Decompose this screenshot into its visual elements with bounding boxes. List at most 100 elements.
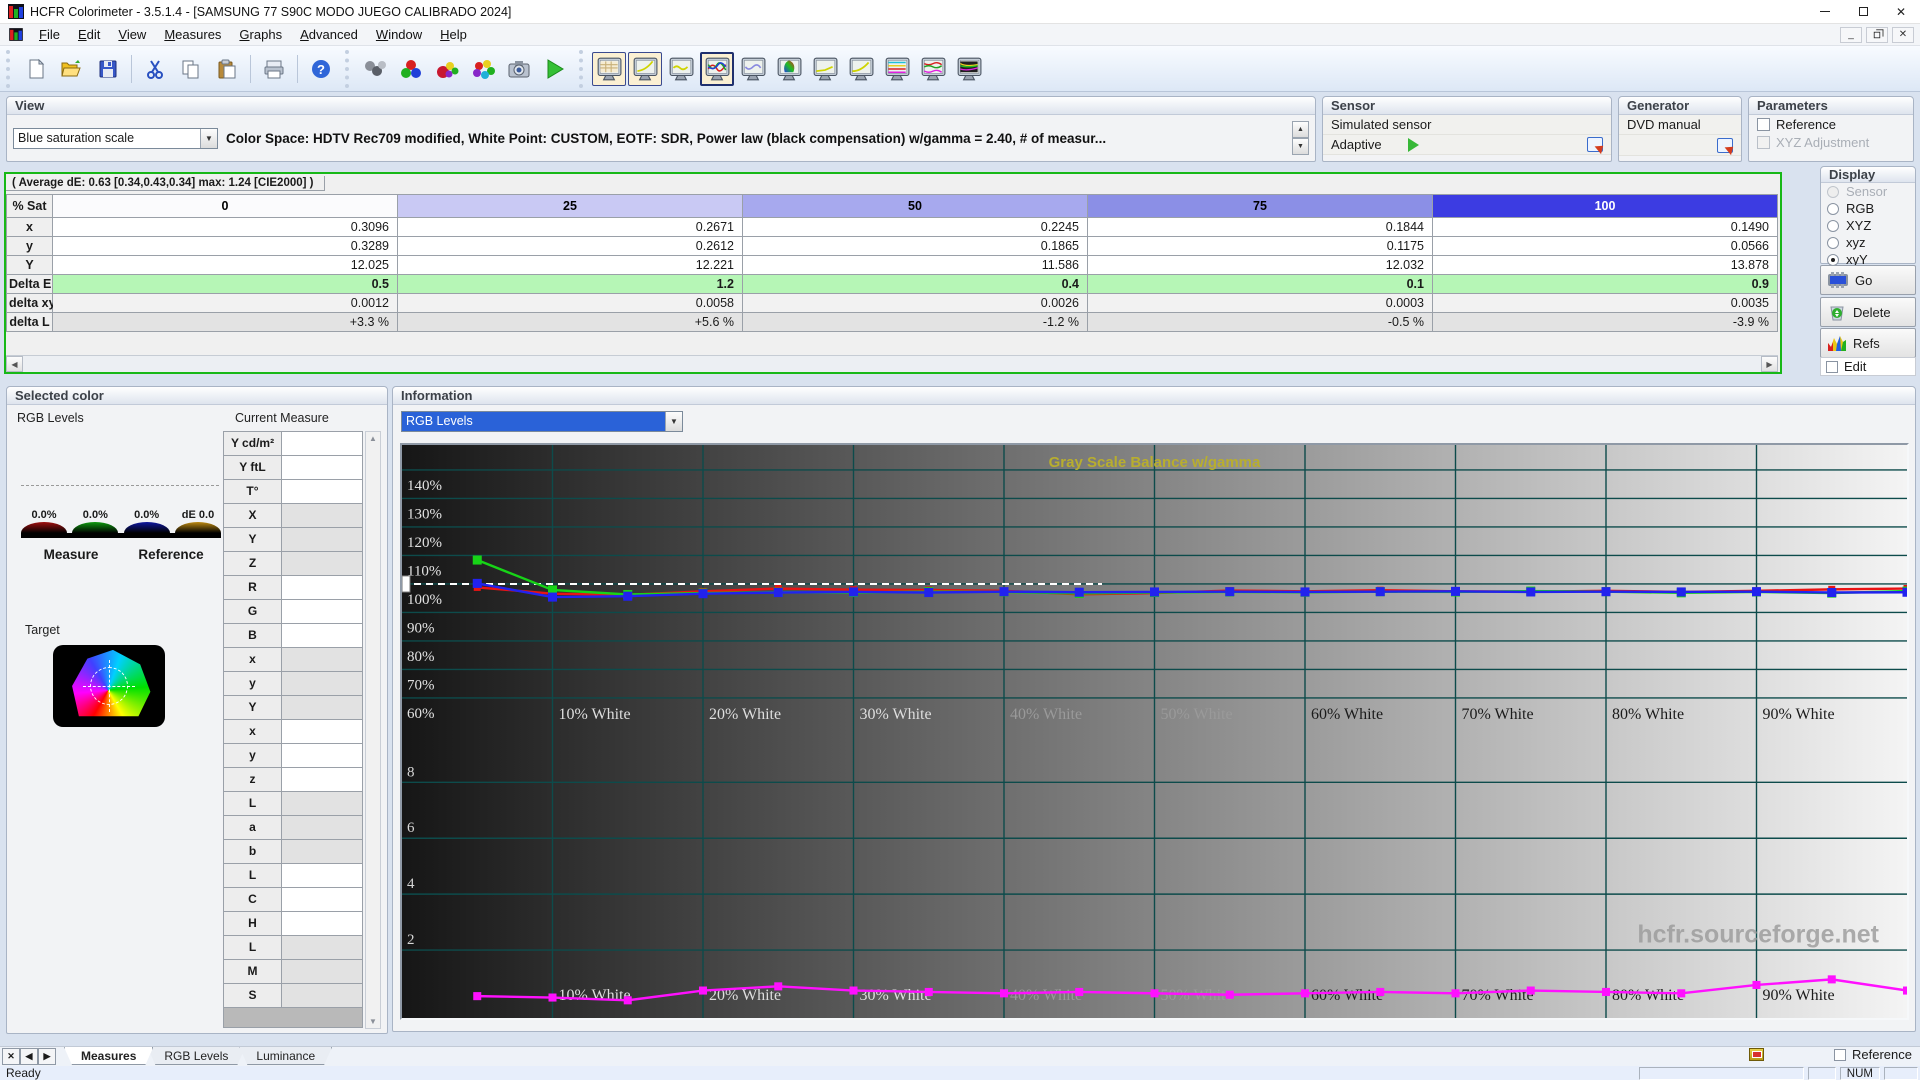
scroll-down-icon[interactable]: ▼ — [369, 1017, 377, 1026]
measure-row-value[interactable] — [282, 600, 363, 624]
maximize-button[interactable] — [1844, 0, 1882, 24]
measure-value-cell[interactable]: 0.3289 — [53, 237, 398, 256]
tab-measures[interactable]: Measures — [64, 1047, 153, 1065]
measure-value-cell[interactable]: 0.0058 — [398, 294, 743, 313]
measure-row-value[interactable] — [282, 936, 363, 960]
generator-config-icon[interactable] — [1717, 138, 1733, 153]
measure-row-value[interactable] — [282, 960, 363, 984]
new-file-button[interactable] — [19, 52, 53, 86]
radio-icon[interactable] — [1827, 237, 1839, 249]
run-measures-button[interactable] — [538, 52, 572, 86]
copy-button[interactable] — [174, 52, 208, 86]
parameter-reference[interactable]: Reference — [1749, 115, 1913, 133]
measure-row-value[interactable] — [282, 744, 363, 768]
measure-value-cell[interactable]: 0.4 — [743, 275, 1088, 294]
measure-row-value[interactable] — [282, 888, 363, 912]
measure-value-cell[interactable]: +5.6 % — [398, 313, 743, 332]
menu-measures[interactable]: Measures — [155, 25, 230, 44]
measures-table-view-button[interactable] — [592, 52, 626, 86]
display-option-rgb[interactable]: RGB — [1821, 200, 1915, 217]
measure-value-cell[interactable]: 0.1 — [1088, 275, 1433, 294]
radio-icon[interactable] — [1827, 203, 1839, 215]
go-button[interactable]: Go — [1820, 265, 1916, 295]
measure-primaries-button[interactable] — [430, 52, 464, 86]
spin-up-icon[interactable]: ▲ — [1292, 121, 1309, 138]
menu-advanced[interactable]: Advanced — [291, 25, 367, 44]
paste-button[interactable] — [210, 52, 244, 86]
measure-value-cell[interactable]: 0.3096 — [53, 218, 398, 237]
contrast-view-button[interactable] — [808, 52, 842, 86]
measure-value-cell[interactable]: +3.3 % — [53, 313, 398, 332]
measure-row-value[interactable] — [282, 456, 363, 480]
mdi-close-button[interactable]: ✕ — [1892, 27, 1914, 43]
measure-value-cell[interactable]: 0.0026 — [743, 294, 1088, 313]
scrollbar-track[interactable] — [23, 356, 1761, 372]
measure-row-value[interactable] — [282, 552, 363, 576]
measure-value-cell[interactable]: 0.0003 — [1088, 294, 1433, 313]
saturation-waves-view-button[interactable] — [916, 52, 950, 86]
column-header-0[interactable]: 0 — [53, 195, 398, 218]
scroll-right-icon[interactable]: ▶ — [1761, 356, 1778, 372]
measure-row-value[interactable] — [282, 648, 363, 672]
tab-scroll-left-button[interactable]: ◀ — [20, 1048, 38, 1065]
measure-row-value[interactable] — [282, 480, 363, 504]
scroll-left-icon[interactable]: ◀ — [6, 356, 23, 372]
near-black-view-button[interactable] — [844, 52, 878, 86]
table-horizontal-scrollbar[interactable]: ◀ ▶ — [6, 355, 1778, 372]
menu-view[interactable]: View — [109, 25, 155, 44]
luminance-view-button[interactable] — [664, 52, 698, 86]
refs-button[interactable]: Refs — [1820, 328, 1916, 358]
measure-value-cell[interactable]: 0.1175 — [1088, 237, 1433, 256]
measure-value-cell[interactable]: 13.878 — [1433, 256, 1778, 275]
measure-value-cell[interactable]: -1.2 % — [743, 313, 1088, 332]
column-header-50[interactable]: 50 — [743, 195, 1088, 218]
menu-window[interactable]: Window — [367, 25, 431, 44]
close-button[interactable]: ✕ — [1882, 0, 1920, 24]
tab-scroll-right-button[interactable]: ▶ — [38, 1048, 56, 1065]
scroll-up-icon[interactable]: ▲ — [369, 434, 377, 443]
menu-graphs[interactable]: Graphs — [230, 25, 291, 44]
rgb-levels-view-button[interactable] — [700, 52, 734, 86]
info-spinner[interactable]: ▲▼ — [1292, 121, 1309, 155]
sensor-config-icon[interactable] — [1587, 137, 1603, 152]
measure-value-cell[interactable]: 12.025 — [53, 256, 398, 275]
measure-value-cell[interactable]: 0.0035 — [1433, 294, 1778, 313]
measure-row-value[interactable] — [282, 432, 363, 456]
save-file-button[interactable] — [91, 52, 125, 86]
measure-value-cell[interactable]: 0.1865 — [743, 237, 1088, 256]
measure-row-value[interactable] — [282, 816, 363, 840]
delete-button[interactable]: Delete — [1820, 297, 1916, 327]
free-measure-button[interactable] — [394, 52, 428, 86]
measure-value-cell[interactable]: 0.1844 — [1088, 218, 1433, 237]
column-header-25[interactable]: 25 — [398, 195, 743, 218]
mdi-restore-button[interactable] — [1866, 27, 1888, 43]
tab-close-button[interactable]: ✕ — [2, 1048, 20, 1065]
spin-down-icon[interactable]: ▼ — [1292, 138, 1309, 155]
palette-icon[interactable] — [1749, 1048, 1764, 1061]
view-mode-dropdown[interactable]: Blue saturation scale ▼ — [13, 128, 218, 149]
measure-value-cell[interactable]: 0.5 — [53, 275, 398, 294]
measure-value-cell[interactable]: 12.032 — [1088, 256, 1433, 275]
radio-icon[interactable] — [1827, 220, 1839, 232]
column-header-100[interactable]: 100 — [1433, 195, 1778, 218]
reference-checkbox[interactable] — [1834, 1049, 1846, 1061]
measure-row-value[interactable] — [282, 624, 363, 648]
color-temperature-view-button[interactable] — [736, 52, 770, 86]
measure-row-value[interactable] — [282, 984, 363, 1008]
mdi-minimize-button[interactable]: _ — [1840, 27, 1862, 43]
measure-value-cell[interactable]: 0.0566 — [1433, 237, 1778, 256]
measure-value-cell[interactable]: 11.586 — [743, 256, 1088, 275]
measure-saturations-button[interactable] — [466, 52, 500, 86]
measure-row-value[interactable] — [282, 864, 363, 888]
menu-edit[interactable]: Edit — [69, 25, 109, 44]
print-button[interactable] — [257, 52, 291, 86]
measure-row-value[interactable] — [282, 576, 363, 600]
tab-luminance[interactable]: Luminance — [239, 1047, 332, 1065]
measure-value-cell[interactable]: -0.5 % — [1088, 313, 1433, 332]
sensor-settings-button[interactable] — [358, 52, 392, 86]
measure-row-value[interactable] — [282, 696, 363, 720]
reference-toggle[interactable]: Reference — [1834, 1047, 1912, 1062]
measure-row-value[interactable] — [282, 840, 363, 864]
menu-file[interactable]: File — [30, 25, 69, 44]
measure-value-cell[interactable]: 12.221 — [398, 256, 743, 275]
